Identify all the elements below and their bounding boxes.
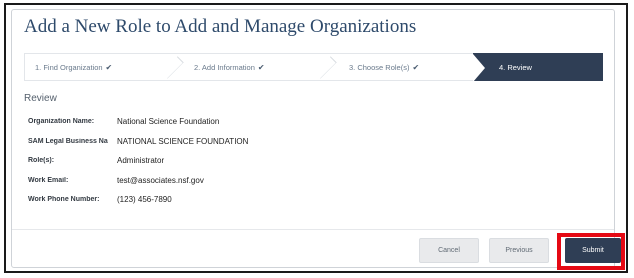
field-label: SAM Legal Business Na: [28, 137, 108, 145]
step-label: 3. Choose Role(s): [349, 62, 410, 72]
review-heading: Review: [24, 93, 57, 104]
field-label: Work Phone Number:: [28, 196, 100, 204]
checkmark-icon: ✔: [257, 62, 265, 72]
step-label: 1. Find Organization: [35, 62, 103, 72]
submit-button[interactable]: Submit: [565, 238, 621, 263]
field-value: Administrator: [117, 156, 165, 166]
step-review[interactable]: 4. Review: [473, 53, 603, 82]
field-label: Organization Name:: [28, 118, 95, 126]
field-row-roles: Role(s): Administrator: [28, 151, 248, 171]
previous-button[interactable]: Previous: [489, 238, 549, 263]
checkmark-icon: ✔: [105, 62, 113, 72]
checkmark-icon: ✔: [412, 62, 420, 72]
step-find-organization[interactable]: 1. Find Organization ✔: [24, 53, 184, 81]
cancel-button[interactable]: Cancel: [419, 238, 479, 263]
field-row-sam-legal-business-name: SAM Legal Business Na NATIONAL SCIENCE F…: [28, 132, 248, 152]
review-fields: Organization Name: National Science Foun…: [28, 112, 248, 210]
field-row-work-phone-number: Work Phone Number: (123) 456-7890: [28, 190, 248, 210]
field-value: test@associates.nsf.gov: [117, 175, 204, 185]
footer-divider: [12, 229, 614, 230]
dialog-title: Add a New Role to Add and Manage Organiz…: [24, 16, 417, 37]
step-choose-roles[interactable]: 3. Choose Role(s) ✔: [329, 53, 473, 81]
add-role-dialog: Add a New Role to Add and Manage Organiz…: [11, 9, 621, 268]
wizard-steps: 1. Find Organization ✔ 2. Add Informatio…: [24, 53, 603, 82]
step-label: 2. Add Information: [194, 62, 255, 72]
field-row-work-email: Work Email: test@associates.nsf.gov: [28, 171, 248, 191]
field-value: (123) 456-7890: [117, 195, 172, 205]
field-value: NATIONAL SCIENCE FOUNDATION: [117, 136, 249, 146]
field-label: Work Email:: [28, 176, 69, 184]
field-row-organization-name: Organization Name: National Science Foun…: [28, 112, 248, 132]
field-label: Role(s):: [28, 157, 55, 165]
field-value: National Science Foundation: [117, 117, 220, 127]
step-add-information[interactable]: 2. Add Information ✔: [176, 53, 337, 81]
step-label: 4. Review: [499, 62, 532, 72]
